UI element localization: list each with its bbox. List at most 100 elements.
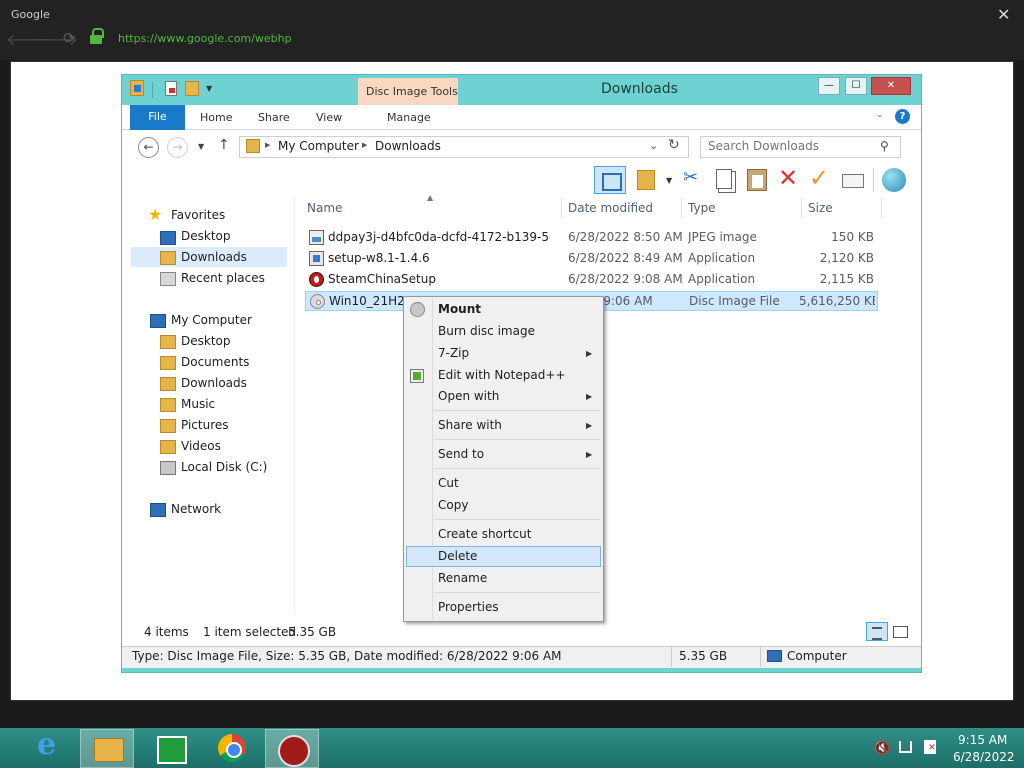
menu-item-share-with[interactable]: Share with <box>438 418 502 432</box>
nav-item-videos[interactable]: Videos <box>181 439 221 453</box>
browser-url[interactable]: https://www.google.com/webhp <box>118 32 292 45</box>
cut-icon[interactable]: ✂ <box>683 167 698 188</box>
network-icon <box>150 503 166 517</box>
file-explorer-icon[interactable] <box>80 729 134 768</box>
paste-icon[interactable] <box>747 169 767 191</box>
menu-item-create-shortcut[interactable]: Create shortcut <box>438 527 531 541</box>
help-icon[interactable]: ? <box>895 109 910 124</box>
breadcrumb-downloads[interactable]: Downloads <box>375 139 441 153</box>
minimize-button[interactable]: — <box>818 77 840 95</box>
column-header-date[interactable]: Date modified <box>568 201 653 215</box>
tab-share[interactable]: Share <box>258 111 290 124</box>
file-name: SteamChinaSetup <box>328 272 436 286</box>
search-icon[interactable]: ⚲ <box>880 139 889 153</box>
menu-item-send-to[interactable]: Send to <box>438 447 484 461</box>
column-separator[interactable] <box>561 197 562 219</box>
file-details-text: Type: Disc Image File, Size: 5.35 GB, Da… <box>132 649 562 663</box>
back-button[interactable]: ← <box>138 137 159 158</box>
action-center-icon[interactable] <box>924 740 936 754</box>
nav-item-music[interactable]: Music <box>181 397 215 411</box>
details-view-icon[interactable] <box>866 622 888 641</box>
tab-file[interactable]: File <box>130 105 185 130</box>
column-separator[interactable] <box>681 197 682 219</box>
up-button[interactable]: ↑ <box>218 137 230 153</box>
menu-item-7zip[interactable]: 7-Zip <box>438 346 469 360</box>
setup-app-icon <box>309 251 324 266</box>
nav-favorites[interactable]: Favorites <box>171 208 225 222</box>
file-size: 2,120 KB <box>819 251 874 265</box>
videos-folder-icon <box>160 440 176 454</box>
column-separator[interactable] <box>881 197 882 219</box>
browser-reload-icon[interactable]: ⟳ <box>63 29 76 47</box>
browser-title: Google <box>11 8 50 21</box>
column-header-size[interactable]: Size <box>808 201 833 215</box>
nav-item-recent-places[interactable]: Recent places <box>181 271 265 285</box>
nav-item-downloads[interactable]: Downloads <box>181 250 247 264</box>
menu-item-rename[interactable]: Rename <box>438 571 487 585</box>
clock-time[interactable]: 9:15 AM <box>958 733 1007 747</box>
copy-icon[interactable] <box>716 169 732 189</box>
refresh-icon[interactable]: ↻ <box>668 137 680 153</box>
new-folder-icon[interactable] <box>185 81 199 96</box>
menu-item-delete[interactable]: Delete <box>438 549 477 563</box>
address-dropdown-icon[interactable]: ⌄ <box>649 139 658 152</box>
browser-close-button[interactable]: ✕ <box>997 5 1010 24</box>
delete-icon[interactable]: ✕ <box>778 164 798 192</box>
menu-item-copy[interactable]: Copy <box>438 498 468 512</box>
maximize-button[interactable]: ☐ <box>845 77 867 95</box>
globe-icon[interactable] <box>882 168 906 192</box>
nav-item-local-disk[interactable]: Local Disk (C:) <box>181 460 267 474</box>
change-view-icon[interactable] <box>637 170 655 190</box>
column-header-type[interactable]: Type <box>688 201 716 215</box>
select-icon[interactable]: ✓ <box>809 164 829 192</box>
toolbar-separator <box>873 168 874 192</box>
nav-item-downloads[interactable]: Downloads <box>181 376 247 390</box>
qat-dropdown-icon[interactable]: ▼ <box>206 84 212 93</box>
menu-item-properties[interactable]: Properties <box>438 600 499 614</box>
tab-manage[interactable]: Manage <box>387 111 431 124</box>
tab-view[interactable]: View <box>316 111 342 124</box>
column-header-name[interactable]: Name <box>307 201 342 215</box>
tab-home[interactable]: Home <box>200 111 232 124</box>
view-dropdown-icon[interactable]: ▼ <box>666 176 672 185</box>
file-row[interactable]: setup-w8.1-1.4.6 6/28/2022 8:49 AM Appli… <box>305 249 878 269</box>
breadcrumb-my-computer[interactable]: My Computer <box>278 139 359 153</box>
volume-muted-icon[interactable]: 🔇 <box>874 741 890 756</box>
column-separator[interactable] <box>801 197 802 219</box>
forward-button[interactable]: → <box>167 137 188 158</box>
breadcrumb-chevron-icon[interactable]: ▶ <box>265 141 270 149</box>
nav-network[interactable]: Network <box>171 502 221 516</box>
internet-explorer-icon[interactable] <box>22 727 76 768</box>
network-tray-icon[interactable] <box>899 741 912 753</box>
nav-item-desktop[interactable]: Desktop <box>181 334 231 348</box>
menu-item-edit-notepad[interactable]: Edit with Notepad++ <box>438 368 565 382</box>
rename-icon[interactable] <box>842 174 864 188</box>
search-input[interactable] <box>708 139 878 153</box>
properties-icon[interactable] <box>165 81 177 96</box>
close-button[interactable]: ✕ <box>871 77 911 95</box>
store-icon[interactable] <box>143 729 197 768</box>
menu-item-cut[interactable]: Cut <box>438 476 459 490</box>
recent-places-icon <box>160 272 176 286</box>
music-folder-icon <box>160 398 176 412</box>
file-type: Application <box>688 272 756 286</box>
chrome-icon[interactable] <box>206 729 260 768</box>
nav-item-desktop[interactable]: Desktop <box>181 229 231 243</box>
file-row[interactable]: ddpay3j-d4bfc0da-dcfd-4172-b139-50a8... … <box>305 228 878 248</box>
folder-properties-icon[interactable] <box>130 80 144 96</box>
large-icons-view-icon[interactable] <box>890 622 910 641</box>
nav-item-documents[interactable]: Documents <box>181 355 249 369</box>
nav-item-pictures[interactable]: Pictures <box>181 418 229 432</box>
nav-my-computer[interactable]: My Computer <box>171 313 252 327</box>
menu-item-mount[interactable]: Mount <box>438 302 481 316</box>
steam-icon[interactable] <box>265 729 319 768</box>
menu-item-open-with[interactable]: Open with <box>438 389 499 403</box>
file-row[interactable]: SteamChinaSetup 6/28/2022 9:08 AM Applic… <box>305 270 878 290</box>
pane-divider[interactable] <box>294 197 295 615</box>
menu-item-burn-disc-image[interactable]: Burn disc image <box>438 324 535 338</box>
recent-locations-icon[interactable]: ▼ <box>198 142 204 151</box>
clock-date[interactable]: 6/28/2022 <box>953 750 1015 764</box>
expand-ribbon-icon[interactable]: ⌄ <box>876 110 884 120</box>
preview-pane-icon[interactable] <box>594 166 626 194</box>
breadcrumb-chevron-icon[interactable]: ▶ <box>362 141 367 149</box>
